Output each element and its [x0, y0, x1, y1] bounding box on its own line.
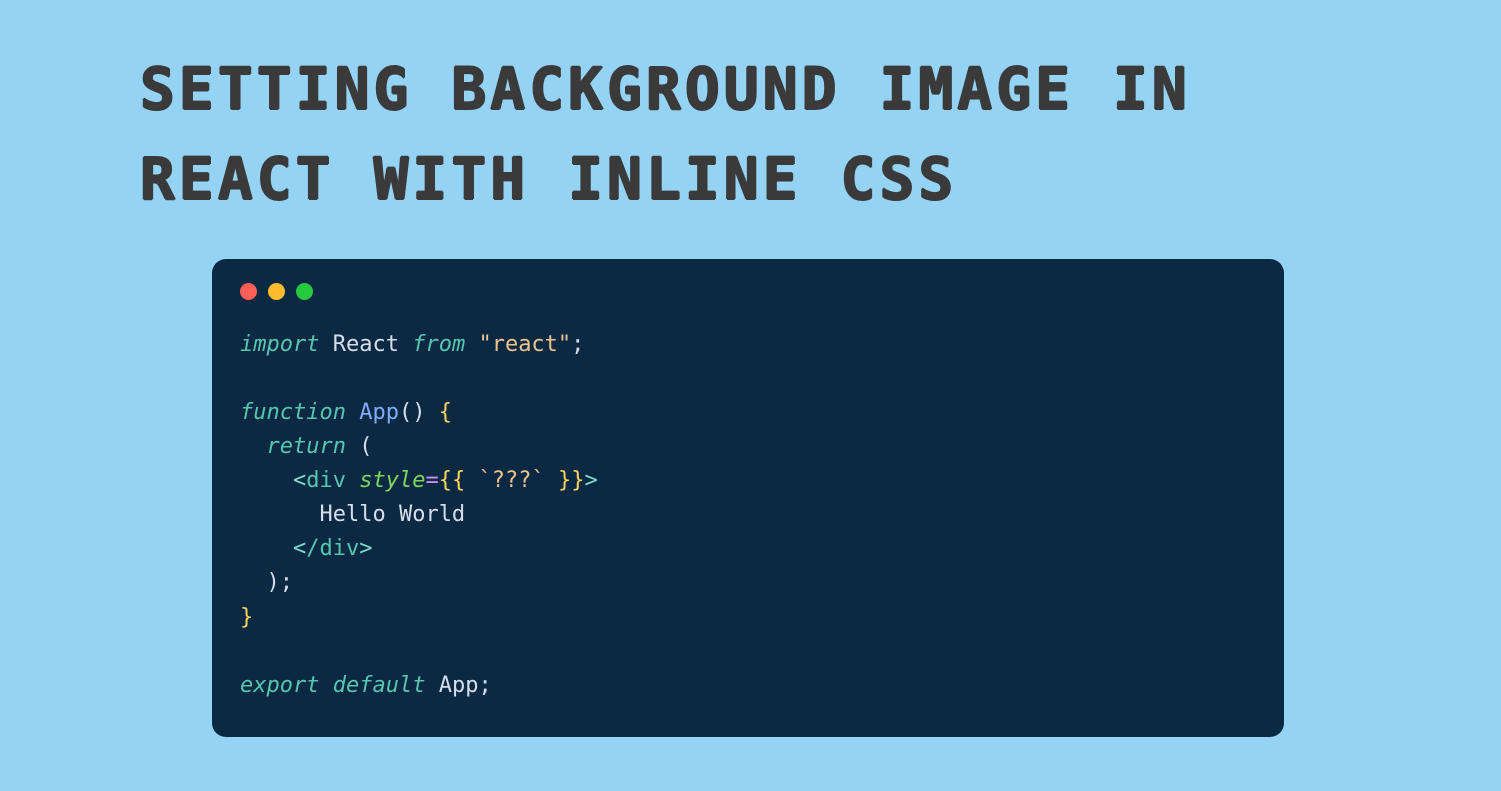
keyword-import: import: [240, 332, 319, 357]
equals: =: [425, 468, 438, 493]
indent: [240, 536, 293, 561]
maximize-icon: [296, 283, 313, 300]
indent: [240, 570, 267, 595]
indent: [240, 502, 319, 527]
keyword-export: export: [240, 673, 319, 698]
paren-open: (: [359, 434, 372, 459]
semicolon: ;: [280, 570, 293, 595]
keyword-return: return: [267, 434, 346, 459]
space: [346, 468, 359, 493]
jsx-lt: <: [293, 468, 306, 493]
template-literal: `???`: [478, 468, 544, 493]
semicolon: ;: [571, 332, 584, 357]
brace: }: [558, 468, 571, 493]
keyword-default: default: [333, 673, 426, 698]
space: [465, 468, 478, 493]
keyword-function: function: [240, 400, 346, 425]
text-hello-world: Hello World: [319, 502, 465, 527]
jsx-attr-style: style: [359, 468, 425, 493]
brace-close: }: [240, 605, 253, 630]
brace-open: {: [439, 400, 452, 425]
parens: (): [399, 400, 426, 425]
identifier-app: App: [439, 673, 479, 698]
minimize-icon: [268, 283, 285, 300]
jsx-slash: /: [306, 536, 319, 561]
function-name: App: [359, 400, 399, 425]
indent: [240, 468, 293, 493]
brace: }: [571, 468, 584, 493]
keyword-from: from: [412, 332, 465, 357]
jsx-gt: >: [584, 468, 597, 493]
code-editor-window: import React from "react"; function App(…: [212, 259, 1284, 737]
jsx-gt: >: [359, 536, 372, 561]
paren-close: ): [267, 570, 280, 595]
semicolon: ;: [478, 673, 491, 698]
string-react: "react": [478, 332, 571, 357]
brace: {: [452, 468, 465, 493]
close-icon: [240, 283, 257, 300]
jsx-tag-div-close: div: [319, 536, 359, 561]
space: [545, 468, 558, 493]
brace: {: [439, 468, 452, 493]
identifier-react: React: [333, 332, 399, 357]
indent: [240, 434, 267, 459]
code-block: import React from "react"; function App(…: [240, 328, 1256, 703]
window-controls: [240, 283, 1256, 300]
jsx-tag-div: div: [306, 468, 346, 493]
page-title: SETTING BACKGROUND IMAGE IN REACT WITH I…: [140, 45, 1361, 225]
jsx-lt: <: [293, 536, 306, 561]
